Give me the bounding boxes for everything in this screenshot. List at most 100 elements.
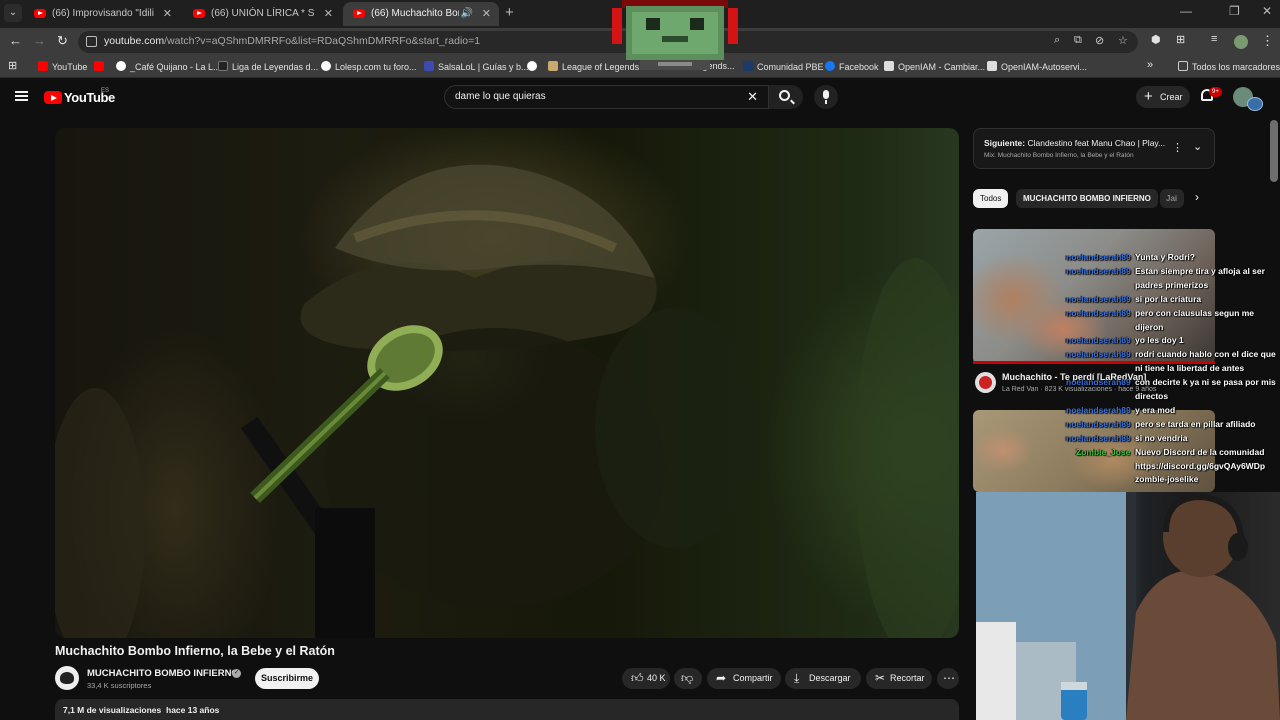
chevron-down-icon[interactable]: ⌄ bbox=[1193, 140, 1202, 153]
chip-partial[interactable]: Jai bbox=[1160, 189, 1184, 208]
voice-search-icon[interactable] bbox=[814, 85, 838, 109]
subscriber-count: 33,4 K suscriptores bbox=[87, 681, 152, 690]
bookmark-item[interactable]: _Café Quijano - La L... bbox=[116, 61, 221, 72]
next-video-label: Siguiente: Clandestino feat Manu Chao | … bbox=[984, 138, 1166, 148]
screen: ⌄ (66) Improvisando "Idilio" en La... ✕ … bbox=[0, 0, 1280, 720]
bookmark-item[interactable]: OpenIAM - Cambiar... bbox=[884, 61, 985, 72]
chip-channel[interactable]: MUCHACHITO BOMBO INFIERNO bbox=[1016, 189, 1158, 208]
reload-icon[interactable]: ↻ bbox=[57, 33, 68, 49]
chat-message: Estan siempre tira y afloja al ser bbox=[1135, 265, 1265, 276]
site-info-icon[interactable] bbox=[86, 36, 97, 47]
bookmark-item[interactable]: SalsaLoL | Guías y b... bbox=[424, 61, 529, 72]
chat-username: noelandserah89 bbox=[1066, 265, 1131, 276]
page-scrollbar[interactable] bbox=[1270, 120, 1278, 182]
profile-avatar[interactable] bbox=[1234, 35, 1248, 49]
forward-arrow-icon[interactable]: → bbox=[33, 33, 46, 48]
bookmark-favicon-icon bbox=[743, 61, 753, 71]
share-button[interactable]: ➦ Compartir bbox=[707, 668, 781, 689]
address-bar[interactable]: youtube.com/watch?v=aQShmDMRRFo&list=RDa… bbox=[78, 31, 1138, 53]
bookmark-item[interactable] bbox=[94, 61, 108, 72]
more-vertical-icon[interactable]: ⋮ bbox=[1172, 141, 1183, 154]
hamburger-menu-icon[interactable] bbox=[15, 91, 28, 101]
view-stats: 7,1 M de visualizaciones hace 13 años bbox=[63, 705, 220, 715]
chat-message: directos bbox=[1135, 391, 1169, 401]
puzzle-extensions-icon[interactable]: ⊞ bbox=[1176, 33, 1185, 46]
scissors-icon: ✂ bbox=[875, 671, 886, 685]
tracking-protection-icon[interactable]: ⊘ bbox=[1095, 34, 1104, 47]
notification-count-badge: 9+ bbox=[1209, 87, 1222, 97]
description-box[interactable]: 7,1 M de visualizaciones hace 13 años bbox=[55, 699, 959, 720]
search-input[interactable]: dame lo que quieras ✕ bbox=[444, 85, 769, 109]
chat-message: rodri cuando hablo con el dice que bbox=[1135, 349, 1276, 360]
minimize-icon[interactable]: — bbox=[1180, 4, 1192, 18]
subscribe-button[interactable]: Suscribirme bbox=[255, 668, 319, 689]
bookmark-star-icon[interactable]: ☆ bbox=[1118, 34, 1128, 47]
tab-search-button[interactable]: ⌄ bbox=[4, 4, 22, 22]
channel-name[interactable]: MUCHACHITO BOMBO INFIERNO bbox=[87, 668, 239, 679]
bookmark-item[interactable]: YouTube bbox=[38, 61, 87, 72]
share-arrow-icon: ➦ bbox=[716, 671, 727, 685]
playlist-next-box[interactable]: Siguiente: Clandestino feat Manu Chao | … bbox=[973, 128, 1215, 169]
search-button[interactable] bbox=[769, 85, 803, 109]
chat-username: noelandserah89 bbox=[1066, 432, 1131, 443]
bookmark-item[interactable]: Comunidad PBE bbox=[743, 61, 824, 72]
chat-message: si no vendria bbox=[1135, 432, 1188, 443]
restore-icon[interactable]: ❐ bbox=[1229, 4, 1240, 18]
video-player[interactable] bbox=[55, 128, 959, 638]
create-button[interactable]: + Crear bbox=[1136, 86, 1190, 108]
bookmark-item[interactable]: Liga de Leyendas d... bbox=[218, 61, 318, 72]
zoom-icon[interactable]: ⌕ bbox=[1054, 34, 1060, 47]
audio-playing-icon[interactable]: 🔊 bbox=[461, 2, 473, 26]
chat-message: pero con clausulas segun me bbox=[1135, 307, 1255, 318]
back-arrow-icon[interactable]: ← bbox=[9, 33, 22, 48]
url-text[interactable]: youtube.com/watch?v=aQShmDMRRFo&list=RDa… bbox=[104, 35, 480, 47]
webcam-frame bbox=[976, 492, 1280, 720]
clip-button[interactable]: ✂ Recortar bbox=[866, 668, 932, 689]
chat-message: y era mod bbox=[1135, 404, 1176, 415]
tab-1[interactable]: (66) Improvisando "Idilio" en La... ✕ bbox=[24, 2, 180, 26]
chevron-right-icon[interactable]: › bbox=[1195, 190, 1199, 204]
thumbs-up-icon: 👍︎ bbox=[631, 671, 644, 685]
close-window-icon[interactable]: ✕ bbox=[1262, 4, 1272, 18]
chat-username: noelandserah89 bbox=[1066, 335, 1131, 346]
account-avatar[interactable] bbox=[1233, 87, 1263, 111]
extension-icon[interactable]: ⬢ bbox=[1151, 33, 1161, 46]
bookmark-item[interactable]: Lolesp.com tu foro... bbox=[321, 61, 417, 72]
chip-all[interactable]: Todos bbox=[973, 189, 1009, 208]
more-bookmarks-icon[interactable]: » bbox=[1147, 59, 1153, 71]
chat-message: yo les doy 1 bbox=[1135, 335, 1184, 346]
bookmark-favicon-icon bbox=[218, 61, 228, 71]
browser-menu-icon[interactable]: ⋮ bbox=[1261, 33, 1274, 49]
apps-grid-icon[interactable]: ⊞ bbox=[8, 59, 17, 72]
download-button[interactable]: ⤓ Descargar bbox=[785, 668, 861, 689]
youtube-header: YouTube ES dame lo que quieras ✕ + Crear … bbox=[0, 78, 1280, 120]
chat-message: padres primerizos bbox=[1135, 279, 1209, 290]
tab-label: (66) UNIÓN LÍRICA * Sin parar... bbox=[211, 8, 315, 19]
bookmark-item[interactable]: Facebook bbox=[825, 61, 879, 72]
chat-username: Zombie_Jose bbox=[1076, 446, 1131, 457]
clear-search-icon[interactable]: ✕ bbox=[747, 89, 758, 105]
close-tab-icon[interactable]: ✕ bbox=[324, 2, 333, 26]
install-app-icon[interactable]: ⧉ bbox=[1074, 34, 1082, 47]
plus-icon: + bbox=[1144, 88, 1153, 105]
media-controls-icon[interactable]: ≡ bbox=[1211, 33, 1217, 45]
bookmark-item[interactable] bbox=[527, 61, 541, 72]
all-bookmarks-folder[interactable]: Todos los marcadores bbox=[1178, 61, 1280, 72]
channel-avatar[interactable] bbox=[55, 666, 79, 690]
recommended-channel-avatar[interactable] bbox=[975, 372, 996, 393]
video-frame bbox=[55, 164, 959, 638]
bookmark-item[interactable]: OpenIAM-Autoservi... bbox=[987, 61, 1087, 72]
youtube-favicon-icon bbox=[353, 9, 365, 18]
youtube-logo-icon[interactable] bbox=[44, 91, 62, 104]
search-query-text[interactable]: dame lo que quieras bbox=[455, 91, 546, 102]
dislike-button[interactable]: 👎︎ bbox=[674, 668, 702, 689]
more-actions-button[interactable]: ⋯ bbox=[937, 668, 959, 689]
close-tab-icon[interactable]: ✕ bbox=[482, 2, 491, 26]
close-tab-icon[interactable]: ✕ bbox=[163, 2, 172, 26]
new-tab-button[interactable]: + bbox=[505, 4, 514, 21]
tab-3-active[interactable]: (66) Muchachito Bombo Infi... 🔊 ✕ bbox=[343, 2, 499, 26]
like-button[interactable]: 👍︎ 40 K bbox=[622, 668, 670, 689]
tab-label: (66) Muchachito Bombo Infi... bbox=[371, 8, 459, 19]
tab-2[interactable]: (66) UNIÓN LÍRICA * Sin parar... ✕ bbox=[183, 2, 341, 26]
bookmark-favicon-icon bbox=[321, 61, 331, 71]
